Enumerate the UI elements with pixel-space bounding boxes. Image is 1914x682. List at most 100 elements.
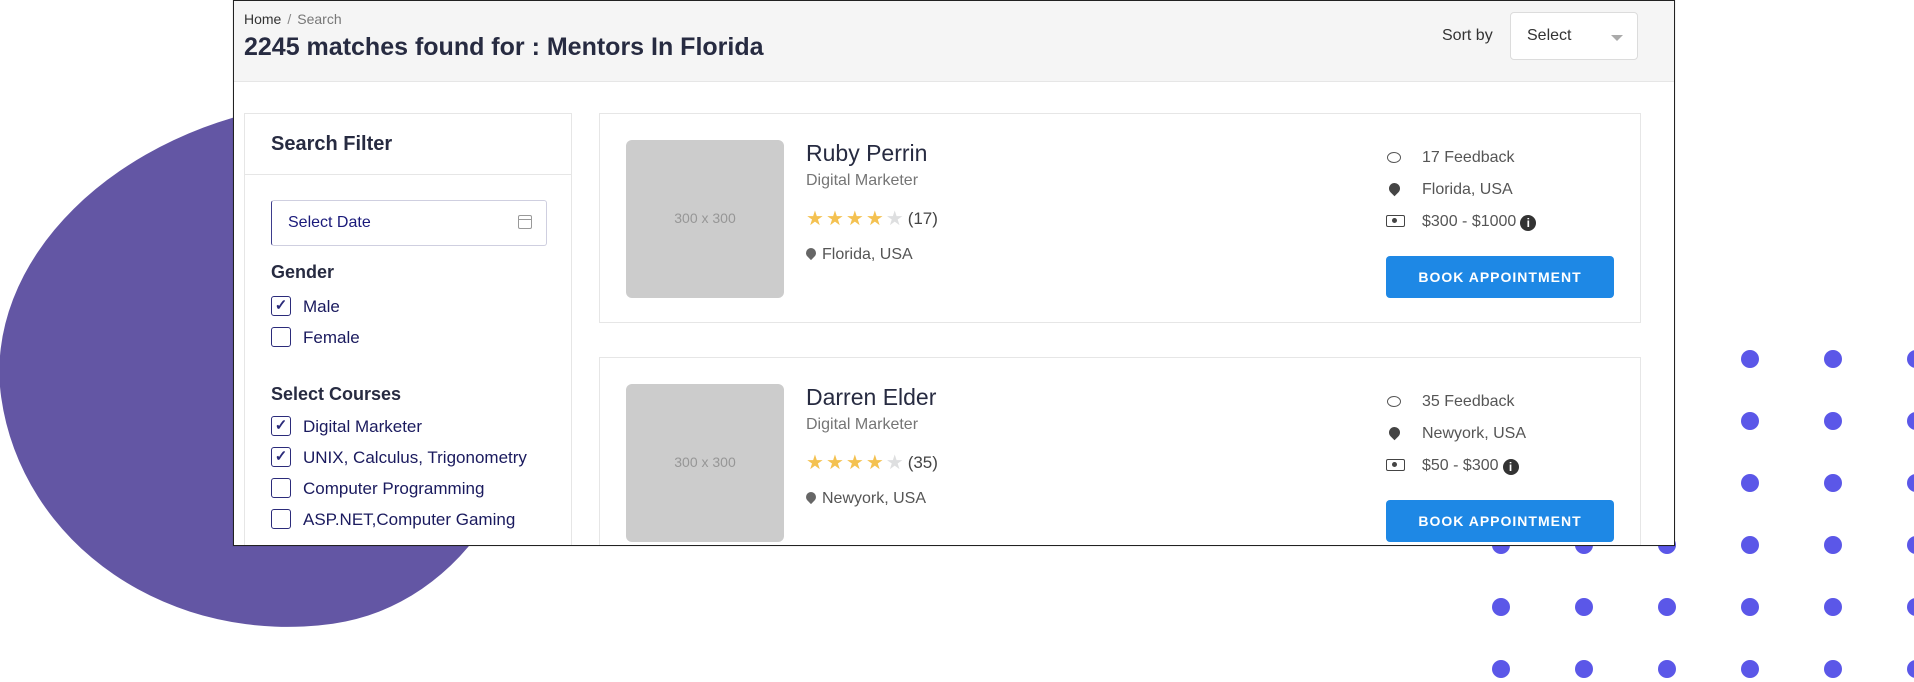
decorative-dot [1824,598,1842,616]
mentor-role: Digital Marketer [806,416,919,433]
star-icon: ★ [825,208,844,230]
check-icon: ✓ [274,417,288,434]
page-header: Home / Search 2245 matches found for : Men… [234,1,1674,82]
decorative-dot [1741,536,1759,554]
mentor-photo[interactable]: 300 x 300 [626,140,784,298]
decorative-dot [1741,598,1759,616]
mentor-photo[interactable]: 300 x 300 [626,384,784,542]
location-info: Newyork, USA [1386,424,1527,443]
page-title: 2245 matches found for : Mentors In Flor… [244,33,764,61]
mentor-location-text: Florida, USA [822,246,913,263]
star-icon: ★ [865,452,884,474]
decorative-dot [1658,598,1676,616]
star-icon: ★ [885,208,904,230]
mentor-card: 300 x 300 Ruby Perrin Digital Marketer ★ ★ ★ ★… [599,113,1641,323]
comment-icon [1387,396,1401,407]
comment-icon [1387,152,1401,163]
decorative-dot [1575,660,1593,678]
feedback-text: 17 Feedback [1422,149,1515,166]
course-checkbox[interactable]: ✓ [271,447,291,467]
course-label: UNIX, Calculus, Trigonometry [303,448,527,467]
location-info: Florida, USA [1386,180,1513,199]
course-label: Digital Marketer [303,417,423,436]
decorative-dot [1658,660,1676,678]
decorative-dot [1741,660,1759,678]
info-circle-icon[interactable]: i [1520,215,1537,231]
star-icon: ★ [825,452,844,474]
course-checkbox[interactable] [271,509,291,529]
decorative-dot [1907,660,1914,678]
mentor-location: Florida, USA [803,245,913,264]
mentor-role: Digital Marketer [806,172,919,189]
breadcrumb-current: Search [297,11,342,27]
course-checkbox[interactable]: ✓ [271,416,291,436]
decorative-dot [1824,350,1842,368]
gender-section-title: Gender [271,262,335,282]
feedback-info: 35 Feedback [1386,393,1515,411]
date-picker-value: Select Date [288,214,371,231]
decorative-dot [1907,350,1914,368]
map-marker-icon [1386,424,1402,441]
map-marker-icon [1386,180,1402,197]
map-marker-icon [803,489,819,505]
decorative-dot [1741,474,1759,492]
search-filter-title: Search Filter [271,133,393,155]
decorative-dot [1907,536,1914,554]
price-text: $50 - $300 [1422,457,1499,474]
mentor-name[interactable]: Darren Elder [806,384,936,411]
decorative-dot [1824,660,1842,678]
mentor-location: Newyork, USA [803,489,926,508]
breadcrumb-home[interactable]: Home [244,11,281,27]
book-appointment-button[interactable]: BOOK APPOINTMENT [1386,500,1614,542]
price-info: $50 - $300 i [1386,457,1519,475]
mentor-name[interactable]: Ruby Perrin [806,140,927,167]
course-label: Computer Programming [303,479,485,498]
decorative-dot [1492,660,1510,678]
location-info-text: Florida, USA [1422,181,1513,198]
search-filter-panel: Search Filter Select Date Gender ✓ Male Fe… [244,113,572,545]
courses-section-title: Select Courses [271,384,402,404]
star-icon: ★ [806,208,824,230]
rating-stars: ★ ★ ★ ★ ★ (17) [806,206,938,230]
breadcrumb: Home / Search [244,11,342,27]
rating-stars: ★ ★ ★ ★ ★ (35) [806,450,938,474]
course-label: ASP.NET,Computer Gaming [303,510,516,529]
money-icon [1386,215,1405,227]
search-results-page: Home / Search 2245 matches found for : Men… [233,0,1675,546]
sort-select[interactable]: Select [1510,12,1638,60]
decorative-dot [1824,536,1842,554]
breadcrumb-separator: / [287,11,292,27]
star-icon: ★ [845,452,864,474]
gender-checkbox[interactable]: ✓ [271,296,291,316]
price-info: $300 - $1000 i [1386,213,1537,231]
gender-checkbox[interactable] [271,327,291,347]
gender-label: Male [303,297,340,316]
decorative-dot [1907,412,1914,430]
location-info-text: Newyork, USA [1422,425,1527,442]
book-appointment-button[interactable]: BOOK APPOINTMENT [1386,256,1614,298]
decorative-dot [1824,474,1842,492]
info-circle-icon[interactable]: i [1502,459,1519,475]
check-icon: ✓ [274,448,288,465]
star-icon: ★ [806,452,824,474]
photo-placeholder-text: 300 x 300 [674,454,736,470]
review-count: (35) [907,453,938,472]
star-icon: ★ [885,452,904,474]
feedback-text: 35 Feedback [1422,393,1515,410]
map-marker-icon [803,245,819,261]
sort-select-value: Select [1527,27,1572,44]
money-icon [1386,459,1405,471]
decorative-dot [1575,598,1593,616]
date-picker-input[interactable]: Select Date [271,200,547,246]
check-icon: ✓ [274,297,288,314]
price-text: $300 - $1000 [1422,213,1517,230]
gender-label: Female [303,328,360,347]
star-icon: ★ [845,208,864,230]
course-checkbox[interactable] [271,478,291,498]
decorative-dot [1741,350,1759,368]
decorative-dot [1492,598,1510,616]
decorative-dot [1907,598,1914,616]
star-icon: ★ [865,208,884,230]
photo-placeholder-text: 300 x 300 [674,210,736,226]
decorative-dot [1824,412,1842,430]
